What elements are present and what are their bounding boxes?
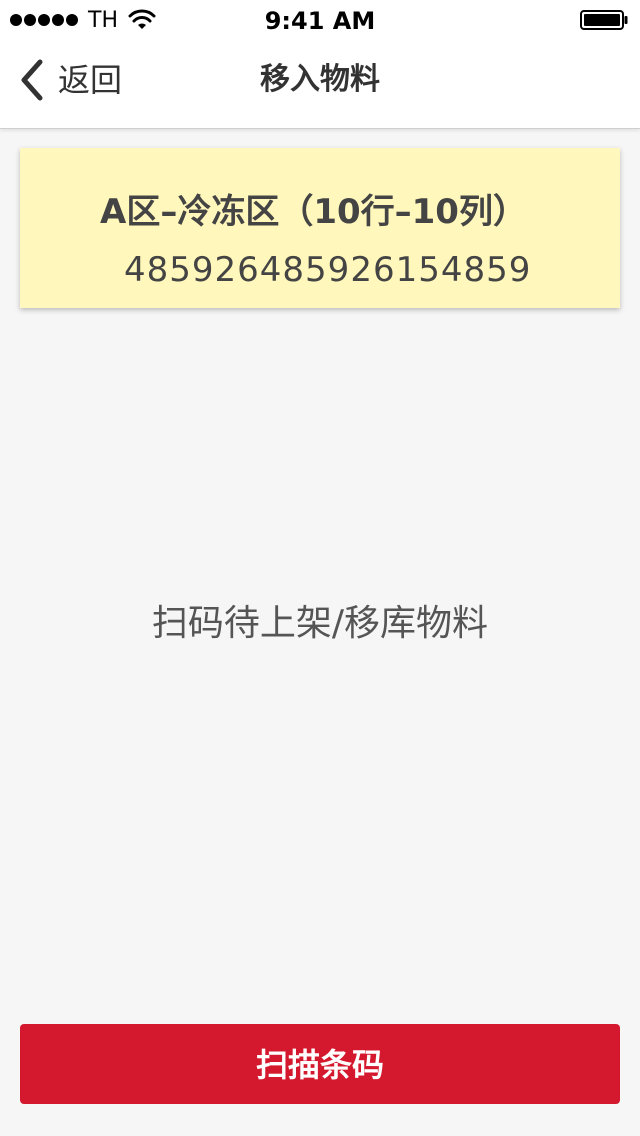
status-time: 9:41 AM (264, 7, 376, 35)
scan-hint: 扫码待上架/移库物料 (151, 603, 489, 644)
scan-barcode-button[interactable]: 扫描条码 (20, 1024, 620, 1104)
location-code: 485926485926154859 (124, 250, 532, 290)
location-card: A区–冷冻区（10行–10列） 485926485926154859 (20, 148, 620, 308)
page-title: 移入物料 (260, 62, 380, 97)
status-bar: TH 9:41 AM (0, 0, 640, 40)
location-title: A区–冷冻区（10行–10列） (100, 192, 527, 232)
nav-bar: 返回 移入物料 (0, 40, 640, 129)
battery-icon (580, 10, 628, 30)
